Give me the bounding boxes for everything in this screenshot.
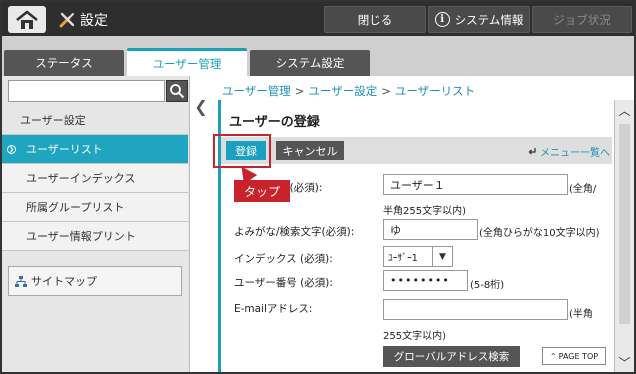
home-button[interactable] xyxy=(8,6,46,33)
tab-bar: ステータス ユーザー管理 システム設定 xyxy=(2,36,634,76)
tab-user-management[interactable]: ユーザー管理 xyxy=(127,48,247,76)
chevron-up-icon: ⌃ xyxy=(549,351,557,361)
search-button[interactable] xyxy=(166,80,188,102)
user-number-label: ユーザー番号 (必須): xyxy=(234,277,333,289)
scroll-thumb[interactable] xyxy=(619,124,630,324)
action-bar: 登録 キャンセル メニュー一覧へ xyxy=(221,137,612,164)
breadcrumb: ユーザー管理 > ユーザー設定 > ユーザーリスト xyxy=(222,83,475,99)
job-status-label: ジョブ状況 xyxy=(553,12,611,27)
kana-note: (全角ひらがな10文字以内) xyxy=(479,228,600,239)
page-title: ユーザーの登録 xyxy=(229,115,320,130)
email-input[interactable] xyxy=(383,299,568,320)
index-select-value: ﾕｰｻﾞｰ1 xyxy=(388,252,418,264)
sidebar-item-user-index[interactable]: ユーザーインデックス xyxy=(2,164,188,193)
breadcrumb-separator: > xyxy=(381,84,391,98)
chevron-left-icon: ❮ xyxy=(194,96,208,116)
index-label: インデックス (必須): xyxy=(234,253,333,265)
email-note-2: 255文字以内) xyxy=(383,331,446,342)
job-status-button[interactable]: ジョブ状況 xyxy=(532,6,632,33)
page-top-button[interactable]: ⌃ PAGE TOP xyxy=(542,347,606,365)
sidebar-item-user-settings[interactable]: ユーザー設定 xyxy=(2,106,188,135)
sidebar-search xyxy=(8,80,188,102)
kana-input[interactable]: ゆ xyxy=(383,219,478,240)
system-info-button[interactable]: i システム情報 xyxy=(428,6,530,33)
sidebar-item-user-info-print[interactable]: ユーザー情報プリント xyxy=(2,222,188,251)
settings-title-text: 設定 xyxy=(80,13,108,29)
scroll-down-icon[interactable]: ﹀ xyxy=(615,352,634,372)
email-note-1: (半角 xyxy=(569,309,593,320)
tab-system-settings[interactable]: システム設定 xyxy=(250,50,370,76)
info-icon: i xyxy=(434,12,450,27)
breadcrumb-user-management[interactable]: ユーザー管理 xyxy=(222,84,291,98)
username-note-2: 半角255文字以内) xyxy=(383,206,466,217)
tools-icon xyxy=(59,12,75,28)
close-button-label: 閉じる xyxy=(357,12,393,27)
sitemap-label: サイトマップ xyxy=(31,275,97,288)
vertical-scrollbar[interactable]: ︿ ﹀ xyxy=(614,100,634,372)
sitemap-button[interactable]: サイトマップ xyxy=(8,266,182,296)
sidebar-item-label: ユーザーリスト xyxy=(26,143,103,156)
tab-status[interactable]: ステータス xyxy=(4,50,124,76)
sidebar: ユーザー設定 ❯ ユーザーリスト ユーザーインデックス 所属グループリスト ユー… xyxy=(2,76,190,372)
app-frame: 設定 閉じる i システム情報 ジョブ状況 ステータス ユーザー管理 システム設… xyxy=(0,0,636,374)
email-label: E-mailアドレス: xyxy=(234,303,313,315)
global-address-search-button[interactable]: グローバルアドレス検索 xyxy=(383,346,520,367)
system-info-label: システム情報 xyxy=(454,12,524,27)
tap-callout: タップ xyxy=(234,180,290,202)
search-icon xyxy=(170,84,185,99)
menu-list-label: メニュー一覧へ xyxy=(540,148,610,159)
cancel-button[interactable]: キャンセル xyxy=(276,141,344,160)
search-input[interactable] xyxy=(8,80,165,102)
highlight-frame xyxy=(213,134,271,168)
home-icon xyxy=(16,10,38,29)
menu-list-link[interactable]: メニュー一覧へ xyxy=(528,144,610,159)
page-top-label: PAGE TOP xyxy=(558,351,599,361)
return-icon xyxy=(528,148,536,155)
top-bar: 設定 閉じる i システム情報 ジョブ状況 xyxy=(2,2,634,36)
breadcrumb-user-list[interactable]: ユーザーリスト xyxy=(395,84,475,98)
sidebar-item-group-list[interactable]: 所属グループリスト xyxy=(2,193,188,222)
username-note-1: (全角/ xyxy=(569,184,597,195)
breadcrumb-user-settings[interactable]: ユーザー設定 xyxy=(308,84,377,98)
scroll-up-icon[interactable]: ︿ xyxy=(615,100,634,120)
chevron-down-icon: ▼ xyxy=(432,247,452,266)
close-button[interactable]: 閉じる xyxy=(324,6,426,33)
username-input[interactable]: ユーザー１ xyxy=(383,174,568,195)
kana-label: よみがな/検索文字(必須): xyxy=(234,226,355,238)
current-item-icon: ❯ xyxy=(7,145,16,154)
user-number-input[interactable]: •••••••• xyxy=(383,270,468,291)
collapse-sidebar-button[interactable]: ❮ xyxy=(192,92,210,120)
breadcrumb-separator: > xyxy=(294,84,305,98)
sitemap-icon xyxy=(15,275,27,287)
user-number-note: (5-8桁) xyxy=(470,280,505,291)
sidebar-item-user-list[interactable]: ❯ ユーザーリスト xyxy=(2,135,188,164)
settings-title: 設定 xyxy=(58,10,108,30)
index-select[interactable]: ﾕｰｻﾞｰ1 ▼ xyxy=(383,246,453,267)
sidebar-nav: ユーザー設定 ❯ ユーザーリスト ユーザーインデックス 所属グループリスト ユー… xyxy=(2,106,188,251)
